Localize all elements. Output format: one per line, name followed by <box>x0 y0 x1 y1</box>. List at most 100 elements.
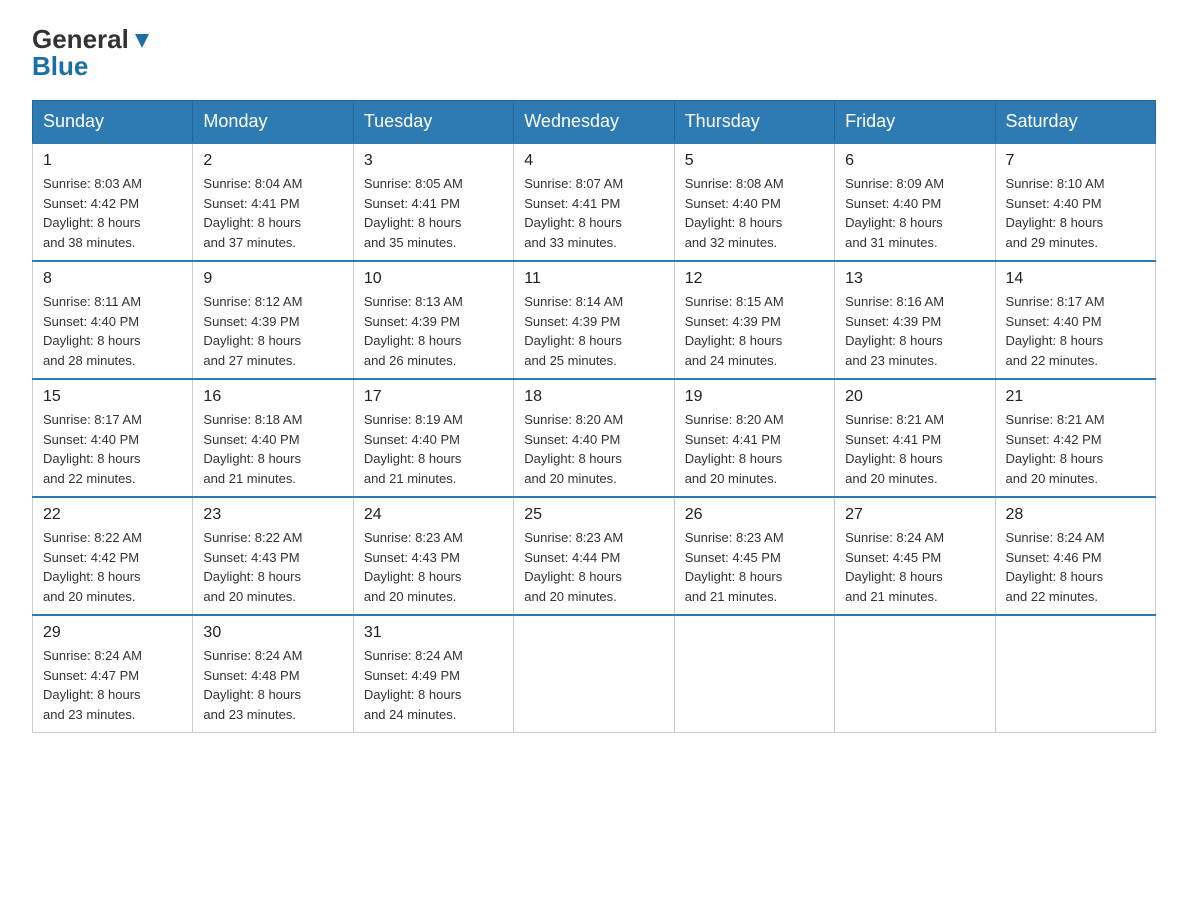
day-number: 10 <box>364 270 503 288</box>
calendar-week-3: 15 Sunrise: 8:17 AMSunset: 4:40 PMDaylig… <box>33 379 1156 497</box>
day-number: 16 <box>203 388 342 406</box>
day-number: 3 <box>364 152 503 170</box>
day-number: 15 <box>43 388 182 406</box>
day-info: Sunrise: 8:21 AMSunset: 4:42 PMDaylight:… <box>1006 412 1105 486</box>
day-number: 31 <box>364 624 503 642</box>
calendar-cell: 30 Sunrise: 8:24 AMSunset: 4:48 PMDaylig… <box>193 615 353 733</box>
day-info: Sunrise: 8:10 AMSunset: 4:40 PMDaylight:… <box>1006 176 1105 250</box>
calendar-cell: 9 Sunrise: 8:12 AMSunset: 4:39 PMDayligh… <box>193 261 353 379</box>
day-number: 6 <box>845 152 984 170</box>
calendar-cell: 15 Sunrise: 8:17 AMSunset: 4:40 PMDaylig… <box>33 379 193 497</box>
day-number: 12 <box>685 270 824 288</box>
calendar-cell: 16 Sunrise: 8:18 AMSunset: 4:40 PMDaylig… <box>193 379 353 497</box>
calendar-cell: 18 Sunrise: 8:20 AMSunset: 4:40 PMDaylig… <box>514 379 674 497</box>
calendar-cell: 4 Sunrise: 8:07 AMSunset: 4:41 PMDayligh… <box>514 143 674 261</box>
day-info: Sunrise: 8:16 AMSunset: 4:39 PMDaylight:… <box>845 294 944 368</box>
calendar-table: SundayMondayTuesdayWednesdayThursdayFrid… <box>32 100 1156 733</box>
day-info: Sunrise: 8:07 AMSunset: 4:41 PMDaylight:… <box>524 176 623 250</box>
logo: General Blue <box>32 24 153 82</box>
day-info: Sunrise: 8:23 AMSunset: 4:43 PMDaylight:… <box>364 530 463 604</box>
weekday-header-row: SundayMondayTuesdayWednesdayThursdayFrid… <box>33 101 1156 144</box>
weekday-header-monday: Monday <box>193 101 353 144</box>
day-info: Sunrise: 8:05 AMSunset: 4:41 PMDaylight:… <box>364 176 463 250</box>
day-number: 13 <box>845 270 984 288</box>
calendar-cell: 22 Sunrise: 8:22 AMSunset: 4:42 PMDaylig… <box>33 497 193 615</box>
calendar-week-2: 8 Sunrise: 8:11 AMSunset: 4:40 PMDayligh… <box>33 261 1156 379</box>
day-info: Sunrise: 8:20 AMSunset: 4:40 PMDaylight:… <box>524 412 623 486</box>
day-info: Sunrise: 8:23 AMSunset: 4:44 PMDaylight:… <box>524 530 623 604</box>
day-number: 9 <box>203 270 342 288</box>
day-number: 30 <box>203 624 342 642</box>
calendar-cell: 27 Sunrise: 8:24 AMSunset: 4:45 PMDaylig… <box>835 497 995 615</box>
day-info: Sunrise: 8:17 AMSunset: 4:40 PMDaylight:… <box>1006 294 1105 368</box>
day-info: Sunrise: 8:20 AMSunset: 4:41 PMDaylight:… <box>685 412 784 486</box>
day-info: Sunrise: 8:15 AMSunset: 4:39 PMDaylight:… <box>685 294 784 368</box>
day-number: 26 <box>685 506 824 524</box>
day-info: Sunrise: 8:08 AMSunset: 4:40 PMDaylight:… <box>685 176 784 250</box>
day-info: Sunrise: 8:21 AMSunset: 4:41 PMDaylight:… <box>845 412 944 486</box>
calendar-cell: 11 Sunrise: 8:14 AMSunset: 4:39 PMDaylig… <box>514 261 674 379</box>
day-number: 21 <box>1006 388 1145 406</box>
day-info: Sunrise: 8:22 AMSunset: 4:43 PMDaylight:… <box>203 530 302 604</box>
calendar-cell <box>674 615 834 733</box>
day-info: Sunrise: 8:04 AMSunset: 4:41 PMDaylight:… <box>203 176 302 250</box>
day-number: 19 <box>685 388 824 406</box>
day-info: Sunrise: 8:03 AMSunset: 4:42 PMDaylight:… <box>43 176 142 250</box>
day-number: 27 <box>845 506 984 524</box>
calendar-cell: 20 Sunrise: 8:21 AMSunset: 4:41 PMDaylig… <box>835 379 995 497</box>
day-number: 25 <box>524 506 663 524</box>
day-info: Sunrise: 8:24 AMSunset: 4:46 PMDaylight:… <box>1006 530 1105 604</box>
calendar-cell <box>835 615 995 733</box>
day-info: Sunrise: 8:18 AMSunset: 4:40 PMDaylight:… <box>203 412 302 486</box>
weekday-header-saturday: Saturday <box>995 101 1155 144</box>
day-number: 23 <box>203 506 342 524</box>
day-number: 2 <box>203 152 342 170</box>
day-number: 1 <box>43 152 182 170</box>
calendar-cell: 2 Sunrise: 8:04 AMSunset: 4:41 PMDayligh… <box>193 143 353 261</box>
weekday-header-tuesday: Tuesday <box>353 101 513 144</box>
calendar-cell: 19 Sunrise: 8:20 AMSunset: 4:41 PMDaylig… <box>674 379 834 497</box>
page-header: General Blue <box>32 24 1156 82</box>
calendar-cell: 10 Sunrise: 8:13 AMSunset: 4:39 PMDaylig… <box>353 261 513 379</box>
logo-blue: Blue <box>32 51 88 82</box>
calendar-cell <box>995 615 1155 733</box>
calendar-cell: 5 Sunrise: 8:08 AMSunset: 4:40 PMDayligh… <box>674 143 834 261</box>
day-number: 14 <box>1006 270 1145 288</box>
calendar-cell: 7 Sunrise: 8:10 AMSunset: 4:40 PMDayligh… <box>995 143 1155 261</box>
day-info: Sunrise: 8:12 AMSunset: 4:39 PMDaylight:… <box>203 294 302 368</box>
day-number: 28 <box>1006 506 1145 524</box>
calendar-cell <box>514 615 674 733</box>
calendar-cell: 6 Sunrise: 8:09 AMSunset: 4:40 PMDayligh… <box>835 143 995 261</box>
day-info: Sunrise: 8:14 AMSunset: 4:39 PMDaylight:… <box>524 294 623 368</box>
calendar-cell: 29 Sunrise: 8:24 AMSunset: 4:47 PMDaylig… <box>33 615 193 733</box>
calendar-cell: 24 Sunrise: 8:23 AMSunset: 4:43 PMDaylig… <box>353 497 513 615</box>
day-info: Sunrise: 8:24 AMSunset: 4:49 PMDaylight:… <box>364 648 463 722</box>
day-number: 5 <box>685 152 824 170</box>
calendar-cell: 3 Sunrise: 8:05 AMSunset: 4:41 PMDayligh… <box>353 143 513 261</box>
day-info: Sunrise: 8:17 AMSunset: 4:40 PMDaylight:… <box>43 412 142 486</box>
weekday-header-sunday: Sunday <box>33 101 193 144</box>
calendar-cell: 26 Sunrise: 8:23 AMSunset: 4:45 PMDaylig… <box>674 497 834 615</box>
day-info: Sunrise: 8:11 AMSunset: 4:40 PMDaylight:… <box>43 294 141 368</box>
day-info: Sunrise: 8:19 AMSunset: 4:40 PMDaylight:… <box>364 412 463 486</box>
day-info: Sunrise: 8:22 AMSunset: 4:42 PMDaylight:… <box>43 530 142 604</box>
calendar-cell: 23 Sunrise: 8:22 AMSunset: 4:43 PMDaylig… <box>193 497 353 615</box>
calendar-cell: 1 Sunrise: 8:03 AMSunset: 4:42 PMDayligh… <box>33 143 193 261</box>
calendar-week-4: 22 Sunrise: 8:22 AMSunset: 4:42 PMDaylig… <box>33 497 1156 615</box>
calendar-week-5: 29 Sunrise: 8:24 AMSunset: 4:47 PMDaylig… <box>33 615 1156 733</box>
day-number: 22 <box>43 506 182 524</box>
day-number: 17 <box>364 388 503 406</box>
logo-arrow-icon <box>131 30 153 52</box>
day-number: 4 <box>524 152 663 170</box>
day-number: 8 <box>43 270 182 288</box>
calendar-cell: 14 Sunrise: 8:17 AMSunset: 4:40 PMDaylig… <box>995 261 1155 379</box>
day-info: Sunrise: 8:24 AMSunset: 4:47 PMDaylight:… <box>43 648 142 722</box>
calendar-cell: 8 Sunrise: 8:11 AMSunset: 4:40 PMDayligh… <box>33 261 193 379</box>
day-info: Sunrise: 8:24 AMSunset: 4:45 PMDaylight:… <box>845 530 944 604</box>
day-number: 20 <box>845 388 984 406</box>
calendar-week-1: 1 Sunrise: 8:03 AMSunset: 4:42 PMDayligh… <box>33 143 1156 261</box>
weekday-header-wednesday: Wednesday <box>514 101 674 144</box>
calendar-cell: 12 Sunrise: 8:15 AMSunset: 4:39 PMDaylig… <box>674 261 834 379</box>
day-info: Sunrise: 8:23 AMSunset: 4:45 PMDaylight:… <box>685 530 784 604</box>
day-info: Sunrise: 8:13 AMSunset: 4:39 PMDaylight:… <box>364 294 463 368</box>
